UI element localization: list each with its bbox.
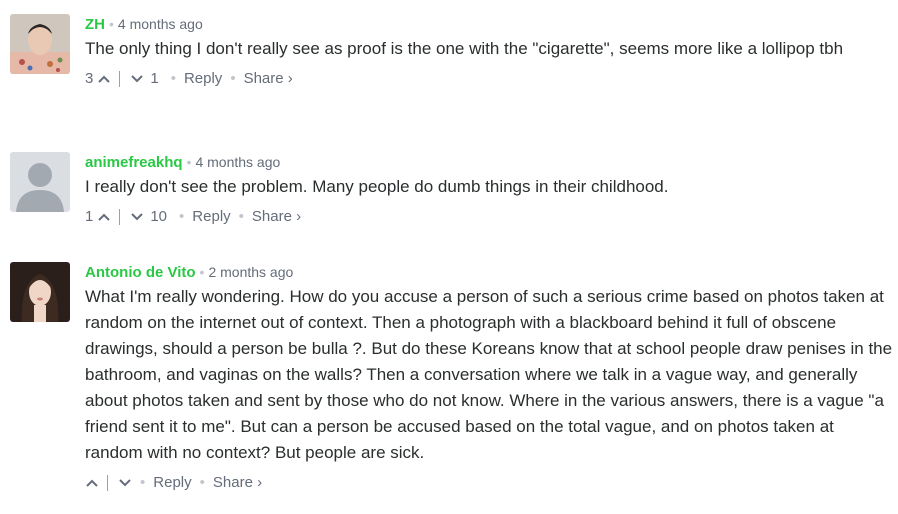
action-separator: • (179, 208, 185, 225)
downvote-button[interactable] (130, 210, 144, 224)
chevron-down-icon (119, 479, 131, 487)
chevron-down-icon (131, 213, 144, 221)
chevron-up-icon (86, 479, 98, 487)
share-link[interactable]: Share › (213, 473, 262, 493)
comment-meta: Antonio de Vito • 2 months ago (85, 262, 895, 282)
default-avatar-icon (10, 152, 70, 212)
reply-link[interactable]: Reply (192, 207, 230, 227)
share-link[interactable]: Share › (244, 69, 293, 89)
vote-divider (119, 71, 121, 87)
timestamp[interactable]: 4 months ago (118, 16, 203, 32)
reply-link[interactable]: Reply (184, 69, 222, 89)
action-separator: • (199, 474, 205, 491)
chevron-up-icon (98, 75, 111, 83)
avatar[interactable] (10, 152, 70, 212)
author-name[interactable]: animefreakhq (85, 154, 183, 171)
action-separator: • (230, 70, 236, 87)
comment-actions: • Reply • Share › (85, 473, 895, 493)
user-avatar-image (10, 262, 70, 322)
chevron-down-icon (131, 75, 144, 83)
meta-separator: • (199, 264, 205, 280)
comment-actions: 3 1 • Reply • Share › (85, 69, 895, 89)
upvote-count: 3 (85, 70, 94, 87)
downvote-count: 1 (150, 70, 159, 87)
upvote-button[interactable] (97, 210, 111, 224)
meta-separator: • (109, 16, 114, 32)
action-separator: • (140, 474, 146, 491)
share-link[interactable]: Share › (252, 207, 301, 227)
reply-link[interactable]: Reply (153, 473, 191, 493)
vote-divider (119, 209, 121, 225)
comment-meta: ZH • 4 months ago (85, 14, 895, 34)
action-separator: • (238, 208, 244, 225)
comment-meta: animefreakhq • 4 months ago (85, 152, 895, 172)
avatar[interactable] (10, 262, 70, 322)
chevron-up-icon (98, 213, 111, 221)
meta-separator: • (186, 154, 192, 170)
comment-actions: 1 10 • Reply • Share › (85, 207, 895, 227)
timestamp[interactable]: 4 months ago (195, 154, 280, 170)
upvote-button[interactable] (85, 476, 99, 490)
upvote-button[interactable] (97, 72, 111, 86)
downvote-count: 10 (150, 208, 168, 225)
timestamp[interactable]: 2 months ago (208, 264, 293, 280)
comment-text: The only thing I don't really see as pro… (85, 39, 844, 58)
author-name[interactable]: ZH (85, 16, 105, 33)
upvote-count: 1 (85, 208, 94, 225)
comment-text: What I'm really wondering. How do you ac… (85, 287, 893, 462)
action-separator: • (170, 70, 176, 87)
vote-divider (107, 475, 108, 491)
avatar[interactable] (10, 14, 70, 74)
author-name[interactable]: Antonio de Vito (85, 264, 196, 281)
downvote-button[interactable] (130, 72, 144, 86)
comment-text: I really don't see the problem. Many peo… (85, 177, 669, 196)
user-avatar-image (10, 14, 70, 74)
downvote-button[interactable] (118, 476, 132, 490)
